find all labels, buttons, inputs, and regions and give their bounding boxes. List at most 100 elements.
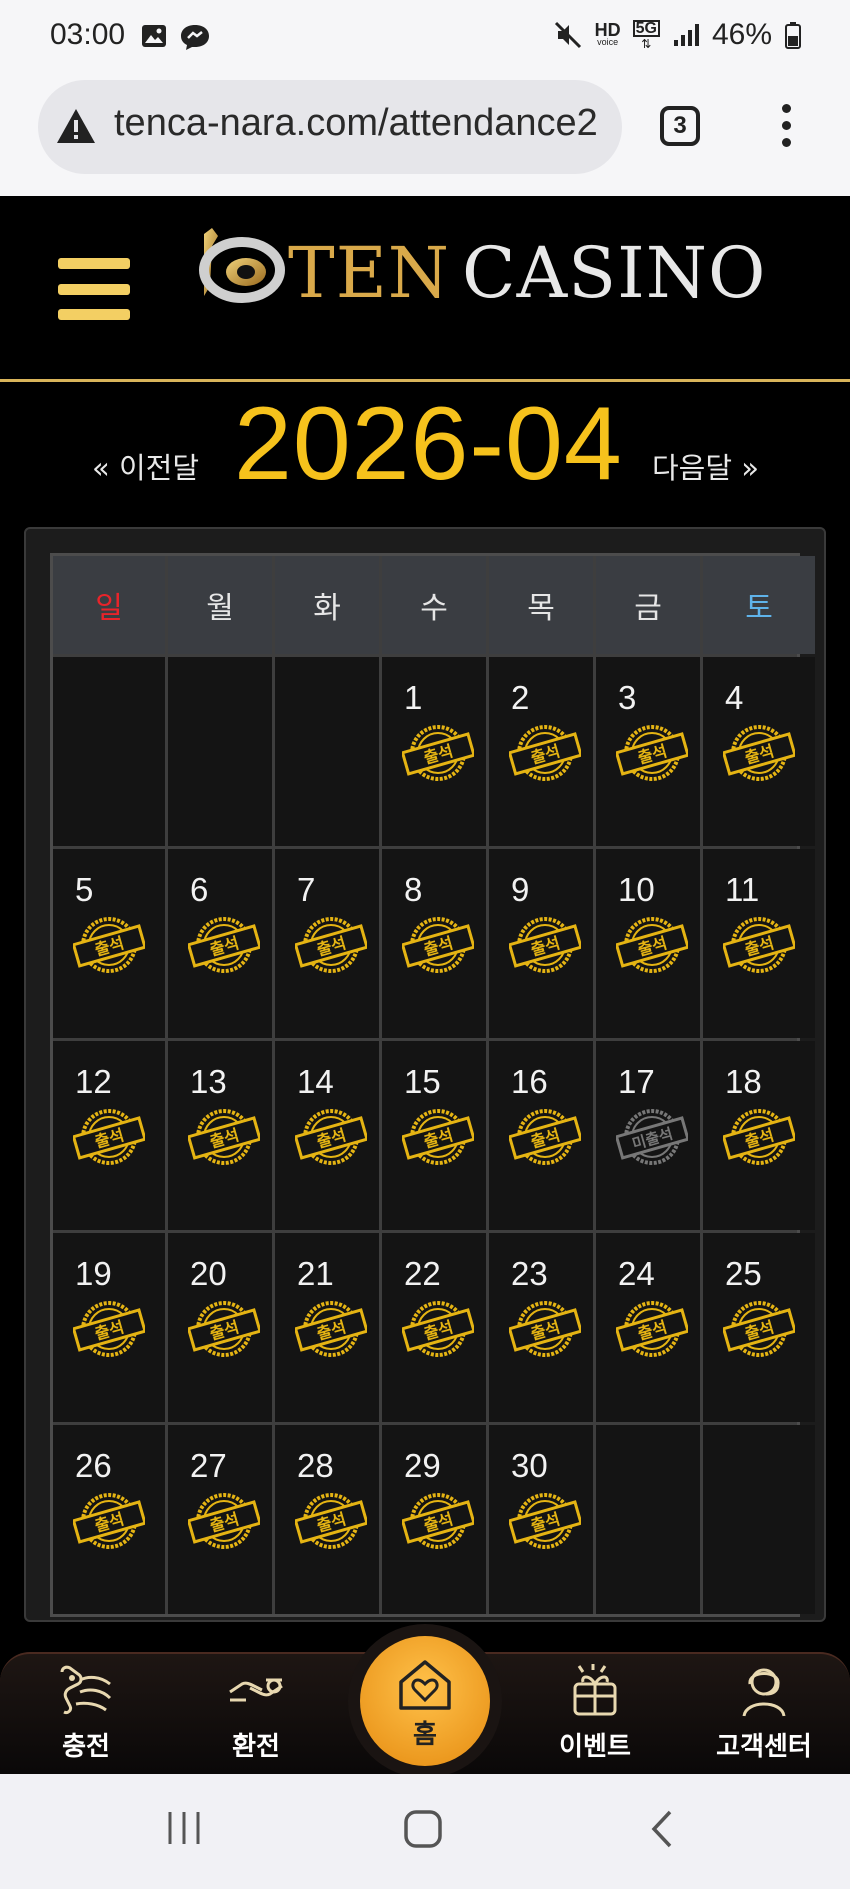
day-cell-5[interactable]: 5 출석 — [53, 849, 165, 1038]
nav-deposit[interactable]: 충전 — [26, 1654, 146, 1774]
day-number: 23 — [511, 1255, 548, 1292]
day-cell-8[interactable]: 8 출석 — [382, 849, 486, 1038]
prev-month-link[interactable]: « 이전달 — [92, 445, 199, 487]
day-cell-19[interactable]: 19 출석 — [53, 1233, 165, 1422]
browser-menu-icon[interactable] — [782, 104, 791, 147]
attendance-stamp-icon: 출석 — [402, 1109, 474, 1165]
logo-wordmark: TEN CASINO — [288, 232, 767, 314]
day-number: 22 — [404, 1255, 441, 1292]
day-cell-12[interactable]: 12 출석 — [53, 1041, 165, 1230]
weekday-header-sat: 토 — [703, 556, 815, 654]
day-cell-25[interactable]: 25 출석 — [703, 1233, 815, 1422]
attendance-stamp-icon: 출석 — [723, 725, 795, 781]
day-cell-23[interactable]: 23 출석 — [489, 1233, 593, 1422]
nav-withdraw[interactable]: 환전 — [196, 1654, 316, 1774]
day-cell-15[interactable]: 15 출석 — [382, 1041, 486, 1230]
day-number: 1 — [404, 679, 423, 716]
tab-switcher-button[interactable]: 3 — [660, 106, 700, 146]
home-icon[interactable] — [402, 1808, 444, 1850]
attendance-stamp-icon: 출석 — [723, 1109, 795, 1165]
attendance-stamp-icon: 출석 — [188, 1109, 260, 1165]
battery-icon — [785, 22, 801, 49]
day-number: 4 — [725, 679, 744, 716]
day-cell-20[interactable]: 20 출석 — [168, 1233, 272, 1422]
day-number: 3 — [618, 679, 637, 716]
attendance-stamp-icon: 출석 — [73, 1493, 145, 1549]
empty-day-cell — [703, 1425, 815, 1614]
site-logo[interactable]: TEN CASINO — [196, 226, 765, 314]
day-number: 18 — [725, 1063, 762, 1100]
address-bar[interactable]: tenca-nara.com/attendance2 — [38, 80, 622, 174]
day-cell-22[interactable]: 22 출석 — [382, 1233, 486, 1422]
weekday-header-thu: 목 — [489, 556, 593, 654]
attendance-stamp-icon: 출석 — [509, 1493, 581, 1549]
day-cell-14[interactable]: 14 출석 — [275, 1041, 379, 1230]
attendance-stamp-icon: 출석 — [188, 1301, 260, 1357]
warning-icon[interactable] — [54, 106, 98, 146]
hamburger-menu-icon[interactable] — [58, 258, 130, 320]
day-number: 6 — [190, 871, 209, 908]
day-cell-27[interactable]: 27 출석 — [168, 1425, 272, 1614]
recent-apps-icon[interactable] — [164, 1808, 204, 1848]
day-number: 16 — [511, 1063, 548, 1100]
attendance-stamp-icon: 출석 — [295, 1109, 367, 1165]
status-notification-icons — [140, 22, 212, 52]
day-cell-10[interactable]: 10 출석 — [596, 849, 700, 1038]
day-cell-17[interactable]: 17 미출석 — [596, 1041, 700, 1230]
day-cell-2[interactable]: 2 출석 — [489, 657, 593, 846]
day-cell-21[interactable]: 21 출석 — [275, 1233, 379, 1422]
empty-day-cell — [168, 657, 272, 846]
day-cell-7[interactable]: 7 출석 — [275, 849, 379, 1038]
day-cell-18[interactable]: 18 출석 — [703, 1041, 815, 1230]
status-system-icons: HD voice 5G ⇅ 46% — [553, 18, 802, 52]
day-cell-26[interactable]: 26 출석 — [53, 1425, 165, 1614]
day-number: 24 — [618, 1255, 655, 1292]
day-cell-11[interactable]: 11 출석 — [703, 849, 815, 1038]
gallery-icon — [142, 25, 166, 47]
attendance-stamp-icon: 출석 — [402, 1301, 474, 1357]
weekday-header-wed: 수 — [382, 556, 486, 654]
day-cell-28[interactable]: 28 출석 — [275, 1425, 379, 1614]
day-number: 27 — [190, 1447, 227, 1484]
attendance-stamp-icon: 출석 — [723, 1301, 795, 1357]
day-cell-24[interactable]: 24 출석 — [596, 1233, 700, 1422]
url-text[interactable]: tenca-nara.com/attendance2 — [114, 102, 614, 145]
day-number: 26 — [75, 1447, 112, 1484]
nav-deposit-label: 충전 — [62, 1732, 110, 1762]
attendance-stamp-icon: 출석 — [295, 1301, 367, 1357]
day-cell-1[interactable]: 1 출석 — [382, 657, 486, 846]
nav-event[interactable]: 이벤트 — [535, 1654, 655, 1774]
day-cell-4[interactable]: 4 출석 — [703, 657, 815, 846]
attendance-stamp-icon: 출석 — [73, 1109, 145, 1165]
day-cell-30[interactable]: 30 출석 — [489, 1425, 593, 1614]
nav-support-label: 고객센터 — [716, 1732, 812, 1762]
day-cell-16[interactable]: 16 출석 — [489, 1041, 593, 1230]
attendance-stamp-icon: 출석 — [73, 917, 145, 973]
day-number: 28 — [297, 1447, 334, 1484]
day-cell-13[interactable]: 13 출석 — [168, 1041, 272, 1230]
logo-emblem-icon — [199, 228, 285, 303]
empty-day-cell — [596, 1425, 700, 1614]
next-month-link[interactable]: 다음달 » — [652, 445, 759, 487]
gift-icon — [573, 1664, 617, 1716]
day-cell-3[interactable]: 3 출석 — [596, 657, 700, 846]
day-number: 17 — [618, 1063, 655, 1100]
day-cell-9[interactable]: 9 출석 — [489, 849, 593, 1038]
day-number: 30 — [511, 1447, 548, 1484]
browser-toolbar: tenca-nara.com/attendance2 3 — [0, 76, 850, 196]
weekday-header-fri: 금 — [596, 556, 700, 654]
back-icon[interactable] — [646, 1808, 676, 1850]
day-number: 14 — [297, 1063, 334, 1100]
home-heart-icon — [399, 1660, 451, 1710]
exchange-icon — [229, 1678, 283, 1702]
messenger-icon — [181, 25, 209, 50]
month-navigation: « 이전달 2026-04 다음달 » — [0, 385, 850, 525]
attendance-calendar: 일 월 화 수 목 금 토 1 출석 2 출석 3 출석 4 출석 5 출석 6 출석 7 출석 8 출석 9 출… — [24, 527, 826, 1622]
day-cell-29[interactable]: 29 출석 — [382, 1425, 486, 1614]
day-cell-6[interactable]: 6 출석 — [168, 849, 272, 1038]
day-number: 11 — [725, 871, 760, 908]
month-title: 2026-04 — [234, 386, 623, 502]
nav-home-button[interactable]: 홈 — [360, 1636, 490, 1766]
nav-support[interactable]: 고객센터 — [704, 1654, 824, 1774]
attendance-stamp-icon: 출석 — [723, 917, 795, 973]
